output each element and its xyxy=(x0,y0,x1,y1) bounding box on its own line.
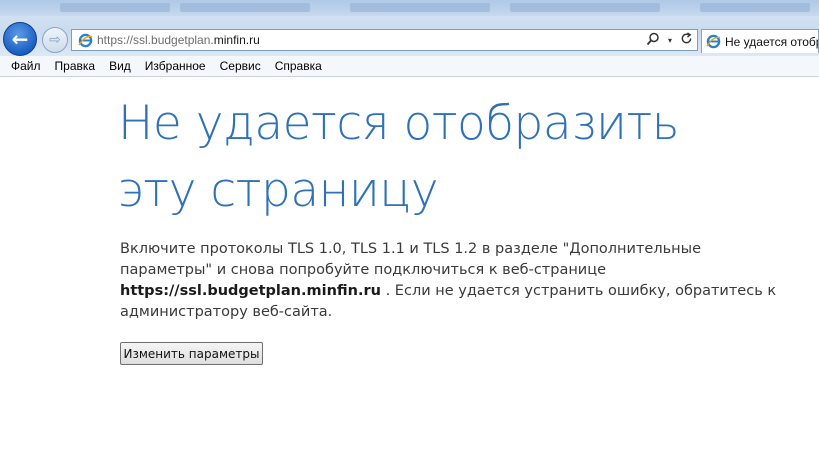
error-body-text-1: Включите протоколы TLS 1.0, TLS 1.1 и TL… xyxy=(120,241,701,278)
back-button[interactable]: ← xyxy=(3,22,37,56)
ie-logo-icon xyxy=(706,34,721,49)
menu-help[interactable]: Справка xyxy=(269,56,328,76)
forward-arrow-icon: ⇨ xyxy=(49,32,61,48)
menu-favorites[interactable]: Избранное xyxy=(139,56,212,76)
blurred-tab xyxy=(60,3,170,12)
dropdown-icon[interactable]: ▾ xyxy=(668,36,672,45)
error-body: Включите протоколы TLS 1.0, TLS 1.1 и TL… xyxy=(120,239,790,323)
address-tools: ▾ xyxy=(646,32,697,49)
back-arrow-icon: ← xyxy=(11,27,29,51)
forward-button[interactable]: ⇨ xyxy=(42,27,68,53)
menu-tools[interactable]: Сервис xyxy=(214,56,267,76)
error-body-url: https://ssl.budgetplan.minfin.ru xyxy=(120,283,381,299)
address-bar[interactable]: https://ssl.budgetplan.minfin.ru ▾ xyxy=(71,29,698,51)
browser-chrome: ← ⇨ https://ssl.budgetplan.minfin.ru ▾ Н… xyxy=(0,0,819,56)
change-settings-button[interactable]: Изменить параметры xyxy=(120,342,263,365)
search-icon[interactable] xyxy=(646,32,660,49)
ie-logo-icon xyxy=(77,32,93,48)
url-host: minfin.ru xyxy=(213,33,260,47)
menubar: Файл Правка Вид Избранное Сервис Справка xyxy=(0,56,819,77)
blurred-tab xyxy=(350,3,490,12)
refresh-icon[interactable] xyxy=(680,32,693,48)
blurred-tab xyxy=(700,3,810,12)
top-strip xyxy=(0,0,819,16)
menu-file[interactable]: Файл xyxy=(5,56,47,76)
menu-edit[interactable]: Правка xyxy=(49,56,102,76)
tab-title: Не удается отобр xyxy=(725,34,819,49)
blurred-tab xyxy=(510,3,660,12)
url-text[interactable]: https://ssl.budgetplan.minfin.ru xyxy=(97,33,646,47)
error-title: Не удается отобразить эту страницу xyxy=(118,96,680,218)
url-prefix: https://ssl.budgetplan. xyxy=(97,33,214,47)
browser-tab[interactable]: Не удается отобр xyxy=(701,29,819,53)
blurred-tab xyxy=(180,3,310,12)
menu-view[interactable]: Вид xyxy=(103,56,137,76)
